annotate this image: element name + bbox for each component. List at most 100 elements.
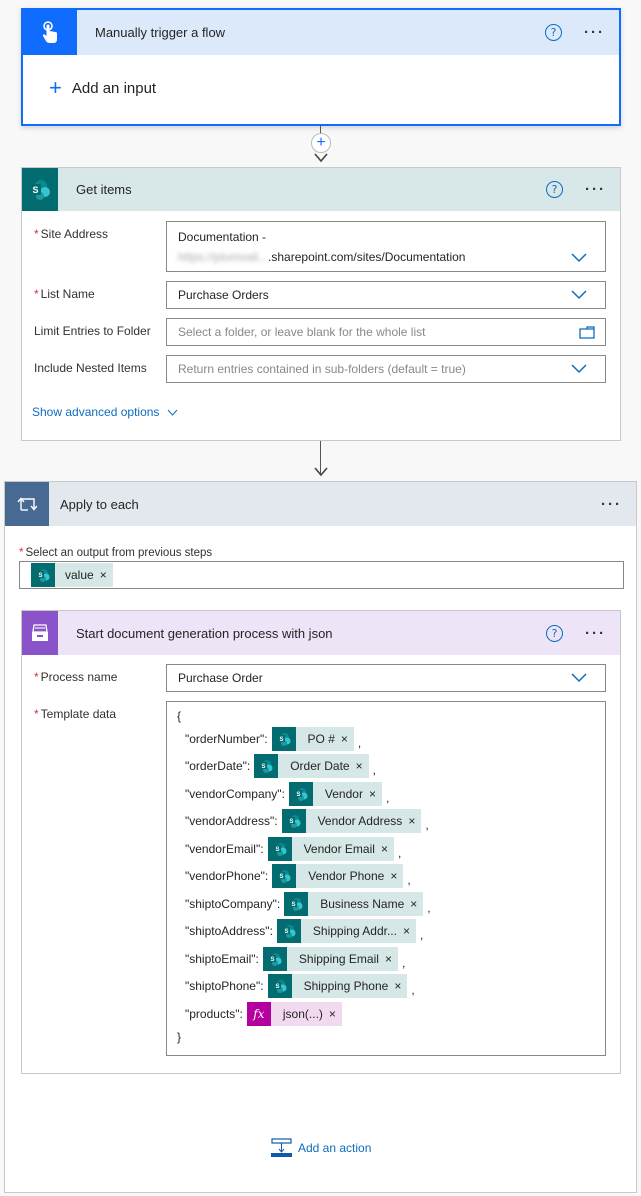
add-input-button[interactable]: + Add an input	[23, 77, 619, 99]
dynamic-content-token[interactable]: S Vendor Email ×	[267, 836, 394, 861]
chevron-down-icon[interactable]	[571, 673, 587, 683]
list-name-row: * List Name Purchase Orders	[34, 281, 606, 309]
touch-hand-icon	[23, 10, 77, 55]
token-label: Shipping Addr...	[312, 924, 397, 939]
limit-folder-placeholder: Select a folder, or leave blank for the …	[178, 325, 426, 339]
token-label: Vendor	[324, 786, 363, 801]
comma: ,	[372, 763, 376, 778]
open-brace: {	[177, 709, 182, 723]
token-label: PO #	[307, 731, 335, 746]
chevron-down-icon[interactable]	[571, 364, 587, 374]
template-line: "orderNumber": S PO # ×,	[177, 725, 595, 753]
dynamic-content-token[interactable]: S Business Name ×	[284, 891, 424, 916]
dynamic-content-token[interactable]: S Order Date ×	[254, 754, 369, 779]
remove-token-icon[interactable]: ×	[369, 787, 382, 801]
template-line: "products": fx json(...) ×	[177, 1000, 595, 1028]
remove-token-icon[interactable]: ×	[403, 924, 416, 938]
help-icon[interactable]: ?	[546, 624, 563, 642]
more-options-icon[interactable]: ···	[585, 182, 606, 197]
comma: ,	[407, 873, 411, 888]
comma: ,	[397, 845, 402, 860]
chevron-down-icon[interactable]	[571, 290, 587, 300]
site-address-dropdown[interactable]: Documentation - https://plumsail....shar…	[166, 221, 606, 272]
template-lines: "orderNumber": S PO # ×, "orderDate": S Order …	[177, 725, 595, 1028]
token-label: Shipping Phone	[303, 979, 389, 994]
sharepoint-icon: S	[22, 168, 58, 211]
nested-items-dropdown[interactable]: Return entries contained in sub-folders …	[166, 355, 606, 383]
remove-token-icon[interactable]: ×	[341, 732, 354, 746]
json-key: "shiptoEmail":	[185, 951, 259, 966]
dynamic-content-token[interactable]: S Vendor ×	[288, 781, 382, 806]
remove-token-icon[interactable]: ×	[381, 842, 394, 856]
add-action-button[interactable]: Add an action	[271, 1138, 371, 1157]
comma: ,	[427, 900, 431, 915]
template-data-editor[interactable]: { "orderNumber": S PO # ×, "orderDate": S Orde…	[166, 701, 606, 1056]
svg-text:S: S	[275, 847, 279, 853]
remove-token-icon[interactable]: ×	[408, 814, 421, 828]
sharepoint-icon: S	[288, 781, 313, 806]
dynamic-content-token[interactable]: S Shipping Email ×	[262, 946, 398, 971]
template-line: "vendorCompany": S Vendor ×,	[177, 780, 595, 808]
dynamic-content-token[interactable]: S Shipping Addr... ×	[276, 919, 416, 944]
help-icon[interactable]: ?	[545, 24, 562, 41]
dynamic-content-token[interactable]: S Vendor Phone ×	[272, 864, 404, 889]
remove-token-icon[interactable]: ×	[394, 979, 407, 993]
apply-to-each-title: Apply to each	[60, 496, 139, 512]
limit-folder-input[interactable]: Select a folder, or leave blank for the …	[166, 318, 606, 346]
svg-text:S: S	[32, 185, 38, 195]
limit-folder-label: Limit Entries to Folder	[34, 324, 151, 338]
sharepoint-icon: S	[272, 864, 297, 889]
folder-icon[interactable]	[579, 325, 595, 339]
chevron-down-icon[interactable]	[571, 253, 587, 263]
json-key: "vendorEmail":	[185, 841, 264, 856]
token-label: Business Name	[320, 896, 405, 911]
list-name-dropdown[interactable]: Purchase Orders	[166, 281, 606, 309]
token-label: Vendor Email	[303, 841, 375, 856]
remove-token-icon[interactable]: ×	[329, 1007, 342, 1021]
json-key: "shiptoAddress":	[185, 924, 273, 939]
trigger-card-header[interactable]: Manually trigger a flow ? ···	[23, 10, 619, 55]
insert-step-button[interactable]: +	[311, 133, 331, 153]
json-key: "shiptoCompany":	[185, 896, 281, 911]
sharepoint-icon: S	[31, 563, 55, 587]
docgen-header[interactable]: Start document generation process with j…	[22, 611, 620, 655]
process-name-dropdown[interactable]: Purchase Order	[166, 664, 606, 692]
site-address-label: * Site Address	[34, 227, 109, 241]
select-output-input[interactable]: S value ×	[19, 561, 624, 589]
comma: ,	[425, 818, 429, 833]
remove-token-icon[interactable]: ×	[385, 952, 398, 966]
remove-token-icon[interactable]: ×	[390, 869, 403, 883]
token-label: value	[65, 568, 94, 582]
trigger-card: Manually trigger a flow ? ··· + Add an i…	[21, 8, 621, 126]
limit-folder-row: Limit Entries to Folder Select a folder,…	[34, 318, 606, 346]
more-options-icon[interactable]: ···	[601, 497, 622, 512]
svg-text:S: S	[38, 573, 42, 579]
comma: ,	[385, 790, 390, 805]
template-line: "shiptoAddress": S Shipping Addr... ×,	[177, 918, 595, 946]
get-items-header[interactable]: S Get items ? ···	[22, 168, 620, 211]
dynamic-content-token[interactable]: S Vendor Address ×	[281, 809, 422, 834]
json-key: "orderNumber":	[185, 731, 268, 746]
list-name-value: Purchase Orders	[178, 288, 269, 302]
show-advanced-options-link[interactable]: Show advanced options	[32, 405, 178, 419]
more-options-icon[interactable]: ···	[584, 25, 605, 40]
dynamic-content-token[interactable]: S Shipping Phone ×	[267, 974, 408, 999]
dynamic-content-token[interactable]: S value ×	[31, 563, 113, 587]
dynamic-content-token[interactable]: S PO # ×	[271, 726, 354, 751]
docgen-title: Start document generation process with j…	[76, 625, 333, 641]
sharepoint-icon: S	[281, 809, 306, 834]
file-cabinet-icon	[22, 611, 58, 655]
expression-token[interactable]: fx json(...) ×	[246, 1001, 342, 1026]
sharepoint-icon: S	[267, 974, 292, 999]
remove-token-icon[interactable]: ×	[356, 759, 369, 773]
remove-token-icon[interactable]: ×	[410, 897, 423, 911]
svg-text:S: S	[279, 737, 283, 743]
comma: ,	[401, 955, 406, 970]
list-name-label: * List Name	[34, 287, 95, 301]
remove-token-icon[interactable]: ×	[100, 568, 113, 582]
apply-to-each-header[interactable]: Apply to each ···	[5, 482, 636, 526]
help-icon[interactable]: ?	[546, 181, 563, 198]
sharepoint-icon: S	[262, 946, 287, 971]
comma: ,	[357, 735, 362, 750]
more-options-icon[interactable]: ···	[585, 626, 606, 641]
